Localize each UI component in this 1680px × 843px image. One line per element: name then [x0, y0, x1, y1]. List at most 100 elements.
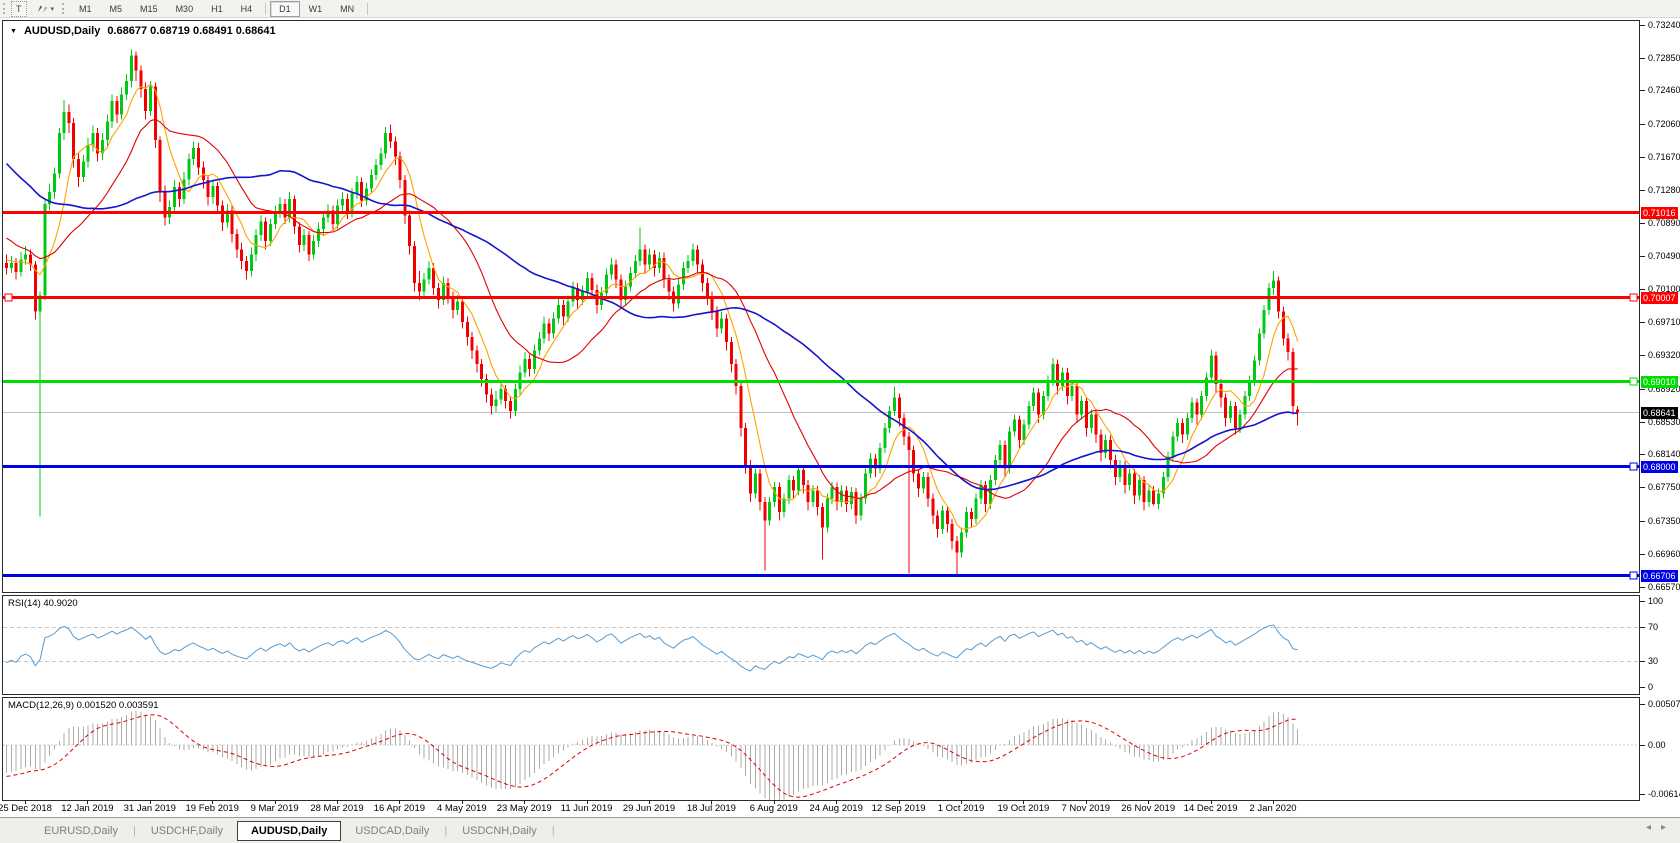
price-tick-label: 0.68140 — [1648, 449, 1680, 460]
price-tick-label: 0.70490 — [1648, 251, 1680, 262]
rsi-tick-label: 100 — [1648, 596, 1664, 606]
line-handle-right[interactable] — [1629, 293, 1638, 302]
chart-symbol-label: AUDUSD,Daily — [23, 25, 101, 37]
macd-tick-label: 0.005076 — [1648, 698, 1680, 709]
price-tick-mark — [1640, 90, 1645, 92]
dropdown-caret-icon: ▾ — [50, 5, 55, 13]
date-label: 18 Jul 2019 — [686, 803, 736, 814]
tab-usdcad-daily[interactable]: USDCAD,Daily — [341, 821, 443, 841]
price-tick-mark — [1640, 521, 1645, 522]
drawing-tools-button[interactable]: ▾ — [33, 2, 58, 16]
timeframe-button-H1[interactable]: H1 — [202, 1, 232, 17]
date-label: 11 Jun 2019 — [560, 803, 613, 814]
timeframe-button-M15[interactable]: M15 — [131, 1, 167, 17]
price-tick-mark — [1640, 222, 1645, 224]
tab-separator: | — [132, 824, 136, 837]
price-tick-mark — [1640, 454, 1645, 456]
line-handle-right[interactable] — [1629, 377, 1638, 386]
timeframe-button-H4[interactable]: H4 — [232, 1, 262, 17]
ma-21-line — [6, 118, 1298, 499]
toolbar: T ▾ M1 M5 M15 M30 H1 H4 D1 W1 MN — [0, 0, 1680, 18]
rsi-tick-label: 30 — [1648, 656, 1659, 667]
toolbar-separator — [265, 2, 267, 15]
price-tick-mark — [1640, 256, 1645, 258]
tab-scroll-left-icon[interactable]: ◂ — [1646, 822, 1651, 833]
main-chart-canvas — [3, 49, 1639, 580]
timeframe-button-MN[interactable]: MN — [331, 1, 363, 17]
date-label: 24 Aug 2019 — [809, 803, 863, 814]
tab-usdcnh-daily[interactable]: USDCNH,Daily — [448, 821, 551, 841]
rsi-tick-mark — [1640, 626, 1645, 628]
main-chart-pane[interactable] — [2, 20, 1640, 593]
line-handle-right[interactable] — [1629, 571, 1638, 580]
price-tick-mark — [1640, 57, 1645, 59]
toolbar-separator — [367, 2, 369, 15]
date-label: 19 Feb 2019 — [185, 803, 239, 814]
tab-scroll-arrows: ◂ ▸ — [1646, 822, 1666, 833]
date-label: 4 May 2019 — [436, 803, 487, 814]
timeframe-button-M30[interactable]: M30 — [167, 1, 203, 17]
rsi-pane[interactable] — [2, 595, 1640, 695]
price-tick-mark — [1640, 355, 1645, 356]
timeframe-button-D1[interactable]: D1 — [270, 0, 300, 17]
collapse-triangle-icon[interactable]: ▼ — [10, 28, 17, 35]
timeframe-button-M5[interactable]: M5 — [101, 1, 132, 17]
ma-7-line — [6, 83, 1299, 530]
toolbar-grip — [62, 3, 66, 14]
price-tick-mark — [1640, 189, 1645, 191]
date-label: 23 May 2019 — [496, 803, 552, 814]
tab-eurusd-daily[interactable]: EURUSD,Daily — [30, 821, 132, 841]
macd-pane[interactable] — [2, 697, 1640, 801]
date-label: 9 Mar 2019 — [250, 803, 299, 814]
macd-label: MACD(12,26,9) 0.001520 0.003591 — [8, 700, 159, 711]
date-label: 6 Aug 2019 — [749, 803, 798, 814]
tab-separator: | — [444, 824, 448, 837]
price-tick-label: 0.67750 — [1648, 482, 1680, 493]
timeframe-button-W1[interactable]: W1 — [300, 1, 332, 17]
date-label: 12 Sep 2019 — [871, 803, 926, 814]
sort-arrows-icon — [37, 5, 47, 13]
price-tick-label: 0.72850 — [1648, 52, 1680, 63]
price-tick-label: 0.67350 — [1648, 516, 1680, 526]
price-tick-mark — [1640, 157, 1645, 158]
rsi-label: RSI(14) 40.9020 — [8, 598, 78, 609]
price-level-badge: 0.66706 — [1641, 569, 1678, 582]
price-tick-mark — [1640, 289, 1645, 291]
macd-tick-mark — [1640, 703, 1645, 705]
macd-tick-label: -0.006146 — [1648, 788, 1680, 799]
tab-scroll-right-icon[interactable]: ▸ — [1661, 822, 1666, 833]
text-tool-button[interactable]: T — [11, 0, 27, 17]
date-label: 29 Jun 2019 — [622, 803, 676, 814]
date-label: 26 Nov 2019 — [1121, 803, 1176, 814]
macd-tick-mark — [1640, 744, 1645, 746]
price-tick-mark — [1640, 586, 1645, 588]
date-label: 2 Jan 2020 — [1249, 803, 1297, 814]
price-level-badge: 0.69010 — [1641, 375, 1678, 388]
tab-audusd-daily[interactable]: AUDUSD,Daily — [236, 820, 342, 841]
date-label: 25 Dec 2018 — [0, 803, 52, 814]
price-level-badge: 0.71016 — [1641, 206, 1678, 219]
price-tick-mark — [1640, 553, 1645, 555]
date-label: 12 Jan 2019 — [61, 803, 114, 814]
price-tick-label: 0.69710 — [1648, 317, 1680, 328]
tab-usdchf-daily[interactable]: USDCHF,Daily — [137, 821, 237, 841]
rsi-canvas — [3, 624, 1639, 672]
line-handle-left[interactable] — [4, 293, 13, 302]
rsi-line — [6, 624, 1298, 672]
rsi-tick-mark — [1640, 687, 1645, 688]
toolbar-grip — [3, 3, 7, 14]
timeframe-toolbar: M1 M5 M15 M30 H1 H4 D1 W1 MN — [70, 0, 372, 17]
price-tick-label: 0.71280 — [1648, 184, 1680, 195]
line-handle-right[interactable] — [1629, 462, 1638, 471]
chart-tab-bar: EURUSD,Daily | USDCHF,Daily AUDUSD,Daily USD… — [0, 817, 1680, 843]
mt4-window: T ▾ M1 M5 M15 M30 H1 H4 D1 W1 MN ▼ AUDUSD,Daily … — [0, 0, 1680, 843]
date-label: 19 Oct 2019 — [997, 803, 1050, 814]
price-tick-mark — [1640, 487, 1645, 489]
rsi-tick-label: 70 — [1648, 621, 1659, 632]
price-tick-mark — [1640, 322, 1645, 324]
tab-separator: | — [551, 824, 555, 837]
macd-tick-label: 0.00 — [1648, 739, 1666, 750]
price-tick-mark — [1640, 388, 1645, 390]
rsi-tick-mark — [1640, 601, 1645, 602]
timeframe-button-M1[interactable]: M1 — [70, 1, 101, 17]
